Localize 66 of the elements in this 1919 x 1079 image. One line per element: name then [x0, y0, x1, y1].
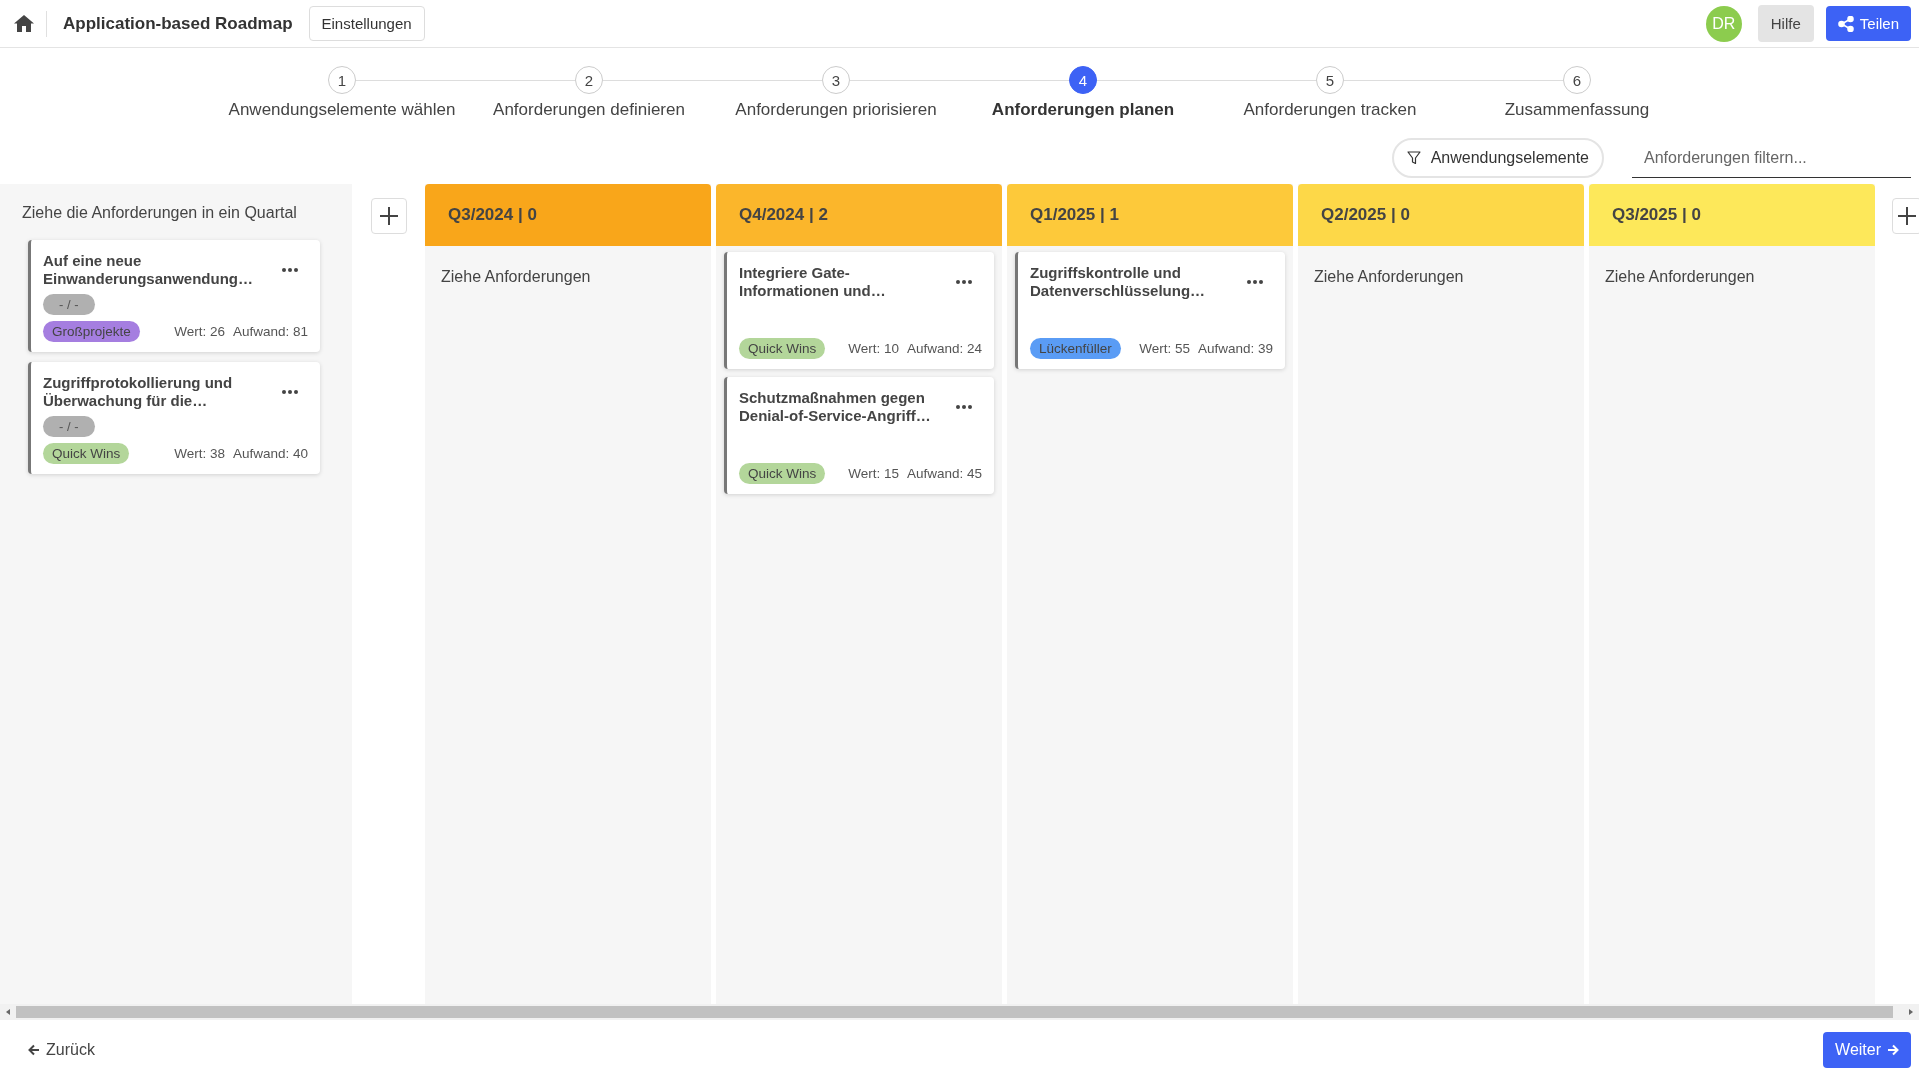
quarter-header: Q1/2025 | 1 — [1007, 184, 1293, 246]
more-icon[interactable] — [282, 390, 298, 394]
drop-hint: Ziehe Anforderungen — [1313, 267, 1465, 287]
card-title: Zugriffprotokollierung und Überwachung für die… — [43, 374, 234, 410]
backlog-hint: Ziehe die Anforderungen in ein Quartal — [22, 203, 298, 223]
more-icon[interactable] — [282, 268, 298, 272]
add-quarter-button[interactable] — [370, 198, 407, 234]
filter-button[interactable]: Anwendungselemente — [1391, 138, 1604, 178]
card-title: Auf eine neue Einwanderungsanwendung… — [43, 252, 254, 288]
requirement-card[interactable]: Auf eine neue Einwanderungsanwendung… - / - Großprojekte Wert: 26 Aufwand: 81 — [28, 240, 320, 352]
category-tag: Quick Wins — [739, 463, 826, 484]
more-icon[interactable] — [956, 405, 972, 409]
category-tag: Großprojekte — [43, 321, 140, 342]
effort-label: Aufwand: 81 — [232, 324, 308, 339]
back-button[interactable]: Zurück — [28, 1036, 95, 1063]
plus-icon — [378, 206, 399, 226]
requirement-card[interactable]: Zugriffskontrolle und Datenverschlüsselung… Lückenfüller Wert: 55 Aufwand: 39 — [1015, 252, 1285, 369]
add-quarter-button[interactable] — [1892, 198, 1919, 234]
value-label: Wert: 10 — [848, 341, 899, 356]
filter-icon — [1406, 151, 1421, 165]
app-title: Application-based Roadmap — [63, 13, 293, 34]
share-icon — [1837, 15, 1854, 32]
value-label: Wert: 26 — [174, 324, 225, 339]
next-button[interactable]: Weiter — [1823, 1031, 1911, 1068]
plus-icon — [1897, 206, 1917, 226]
category-tag: Quick Wins — [43, 443, 130, 464]
quarter-header: Q4/2024 | 2 — [716, 184, 1002, 246]
wizard-step[interactable]: 1 Anwendungselemente wählen — [218, 66, 466, 120]
more-icon[interactable] — [1247, 280, 1263, 284]
drop-hint: Ziehe Anforderungen — [1604, 267, 1756, 287]
category-tag: Lückenfüller — [1030, 338, 1121, 359]
scroll-left-icon[interactable] — [5, 1009, 11, 1015]
more-icon[interactable] — [956, 280, 972, 284]
drop-hint: Ziehe Anforderungen — [440, 267, 592, 287]
date-pill: - / - — [43, 294, 95, 315]
requirement-card[interactable]: Zugriffprotokollierung und Überwachung für die… - / - Quick Wins Wert: 38 Aufwand: 40 — [28, 362, 320, 474]
wizard-step[interactable]: 6 Zusammenfassung — [1453, 66, 1701, 120]
horizontal-scrollbar[interactable] — [0, 1004, 1919, 1020]
settings-button[interactable]: Einstellungen — [308, 6, 425, 41]
date-pill: - / - — [43, 416, 95, 437]
category-tag: Quick Wins — [739, 338, 826, 359]
wizard-step[interactable]: 4 Anforderungen planen — [959, 66, 1207, 120]
wizard-step[interactable]: 2 Anforderungen definieren — [465, 66, 713, 120]
effort-label: Aufwand: 24 — [906, 341, 982, 356]
effort-label: Aufwand: 40 — [232, 446, 308, 461]
quarter-header: Q3/2024 | 0 — [425, 184, 711, 246]
card-title: Zugriffskontrolle und Datenverschlüsselung… — [1030, 264, 1207, 300]
arrow-left-icon — [28, 1043, 40, 1056]
wizard-step[interactable]: 3 Anforderungen priorisieren — [712, 66, 960, 120]
help-button[interactable]: Hilfe — [1757, 5, 1814, 42]
scroll-right-icon[interactable] — [1908, 1009, 1914, 1015]
value-label: Wert: 38 — [174, 446, 225, 461]
effort-label: Aufwand: 45 — [906, 466, 982, 481]
share-button[interactable]: Teilen — [1825, 6, 1911, 41]
effort-label: Aufwand: 39 — [1197, 341, 1273, 356]
card-title: Integriere Gate-Informationen und… — [739, 264, 887, 300]
home-icon[interactable] — [14, 15, 34, 32]
value-label: Wert: 15 — [848, 466, 899, 481]
requirement-card[interactable]: Integriere Gate-Informationen und… Quick Wins Wert: 10 Aufwand: 24 — [724, 252, 994, 369]
arrow-right-icon — [1887, 1043, 1899, 1056]
quarter-header: Q3/2025 | 0 — [1589, 184, 1875, 246]
requirement-card[interactable]: Schutzmaßnahmen gegen Denial-of-Service-Angriff… Quick Wins Wert: 15 Aufwand: 45 — [724, 377, 994, 494]
value-label: Wert: 55 — [1139, 341, 1190, 356]
quarter-header: Q2/2025 | 0 — [1298, 184, 1584, 246]
wizard-step[interactable]: 5 Anforderungen tracken — [1206, 66, 1454, 120]
card-title: Schutzmaßnahmen gegen Denial-of-Service-Angriff… — [739, 389, 932, 425]
